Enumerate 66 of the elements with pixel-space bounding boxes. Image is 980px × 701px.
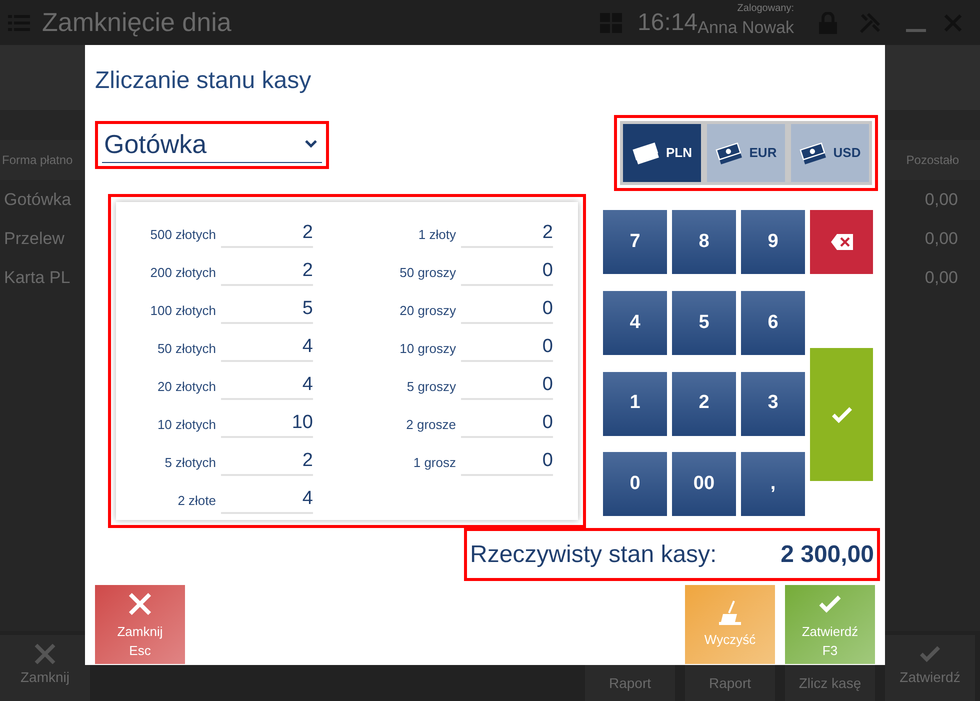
- denomination-label: 1 grosz: [412, 454, 456, 472]
- keypad-key[interactable]: ,: [741, 452, 805, 516]
- total-label: Rzeczywisty stan kasy:: [470, 540, 717, 570]
- user-label: Zalogowany:: [737, 2, 794, 16]
- chevron-down-icon: [304, 139, 318, 149]
- count-field[interactable]: 2: [221, 448, 313, 476]
- column-header: Forma płatno: [2, 152, 73, 169]
- count-field[interactable]: 0: [461, 296, 553, 324]
- keypad-key[interactable]: 8: [672, 210, 736, 274]
- denomination-label: 200 złotych: [149, 264, 216, 282]
- keypad-key[interactable]: 0: [603, 452, 667, 516]
- table-cell-text: Gotówka: [4, 188, 72, 211]
- currency-tab[interactable]: EUR: [707, 124, 785, 182]
- table-cell-text: Karta PL: [4, 266, 70, 289]
- backspace-icon: [830, 234, 852, 250]
- keypad-key[interactable]: 6: [741, 290, 805, 355]
- denomination-label: 10 groszy: [398, 340, 456, 358]
- keypad-key[interactable]: 4: [603, 290, 667, 355]
- table-cell-text: 0,00: [924, 188, 958, 211]
- count-field[interactable]: 0: [461, 334, 553, 362]
- close-icon: [32, 641, 58, 667]
- denomination-label: 2 złote: [176, 492, 216, 510]
- count-field[interactable]: 0: [461, 372, 553, 400]
- denomination-label: 20 złotych: [156, 378, 216, 396]
- currency-tab[interactable]: PLN: [623, 124, 701, 182]
- count-field[interactable]: 2: [221, 220, 313, 248]
- count-field[interactable]: 5: [221, 296, 313, 324]
- minimize-icon: [906, 29, 926, 32]
- count-field[interactable]: 0: [461, 448, 553, 476]
- currency-tab[interactable]: USD: [791, 124, 869, 182]
- count-field[interactable]: 0: [461, 258, 553, 286]
- denomination-label: 10 złotych: [156, 416, 216, 434]
- backspace-key[interactable]: [810, 210, 873, 274]
- count-field[interactable]: 10: [221, 410, 313, 438]
- app-title: Zamknięcie dnia: [42, 6, 232, 39]
- denomination-label: 100 złotych: [149, 302, 216, 320]
- table-cell-text: Przelew: [4, 228, 64, 250]
- count-field[interactable]: 2: [461, 220, 553, 248]
- total-value: 2 300,00: [780, 540, 874, 570]
- user-name: Anna Nowak: [698, 16, 794, 39]
- denomination-label: 1 złoty: [417, 226, 456, 244]
- keypad-key[interactable]: 7: [603, 210, 667, 274]
- broom-icon: [717, 600, 743, 626]
- denomination-label: 5 złotych: [164, 454, 216, 472]
- keypad-key[interactable]: 9: [741, 210, 805, 274]
- keypad-key[interactable]: 1: [603, 372, 667, 436]
- table-cell-text: 0,00: [924, 228, 958, 250]
- denomination-label: 50 złotych: [156, 340, 216, 358]
- count-field[interactable]: 0: [461, 410, 553, 438]
- clock: 16:14: [638, 8, 698, 38]
- keypad-key[interactable]: 5: [672, 290, 736, 355]
- dialog-title: Zliczanie stanu kasy: [95, 66, 312, 96]
- keypad-key[interactable]: 3: [741, 372, 805, 436]
- count-field[interactable]: 4: [221, 372, 313, 400]
- keypad-key[interactable]: 00: [672, 452, 736, 516]
- table-cell-text: 0,00: [924, 266, 958, 289]
- denomination-label: 500 złotych: [149, 226, 216, 244]
- denomination-label: 50 groszy: [398, 264, 456, 282]
- denomination-label: 5 groszy: [406, 378, 456, 396]
- count-field[interactable]: 4: [221, 486, 313, 514]
- denomination-label: 20 groszy: [398, 302, 456, 320]
- column-header: Pozostało: [906, 152, 959, 169]
- count-field[interactable]: 4: [221, 334, 313, 362]
- count-field[interactable]: 2: [221, 258, 313, 286]
- keypad-key[interactable]: 2: [672, 372, 736, 436]
- denomination-label: 2 grosze: [405, 416, 456, 434]
